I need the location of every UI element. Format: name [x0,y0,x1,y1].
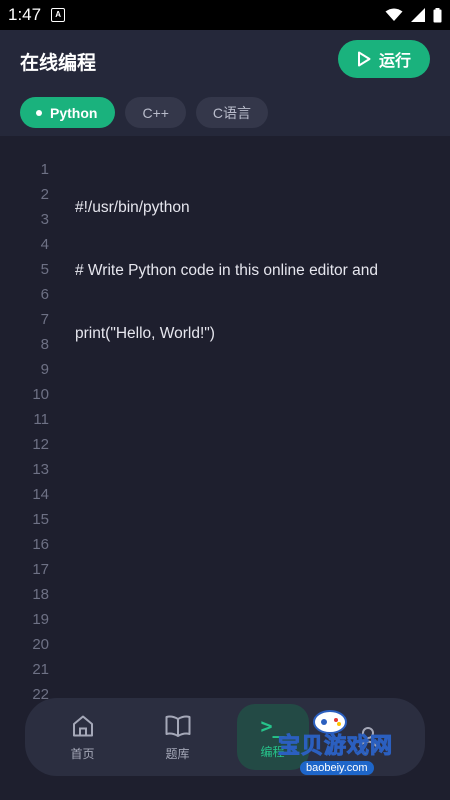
line-number: 12 [32,436,49,453]
tab-cpp[interactable]: C++ [125,97,186,128]
line-number: 5 [40,261,49,278]
notification-a-icon: A [51,8,66,22]
line-number: 8 [40,336,49,353]
line-number: 14 [32,486,49,503]
status-bar: 1:47 A [0,0,450,30]
line-number: 1 [40,161,49,178]
code-line[interactable]: #!/usr/bin/python [75,195,378,220]
tab-label: Python [50,104,98,121]
nav-item-label: 首页 [70,746,95,761]
battery-icon [433,7,442,22]
run-button[interactable]: 运行 [338,40,430,78]
play-icon [357,51,371,67]
line-number: 15 [32,511,49,528]
language-tabs: Python C++ C语言 [20,97,269,128]
code-editor[interactable]: 1 2 3 4 5 6 7 8 9 10 11 12 13 14 15 16 1… [0,136,450,736]
line-number: 16 [32,536,49,553]
code-content[interactable]: #!/usr/bin/python # Write Python code in… [75,157,378,384]
line-number-gutter: 1 2 3 4 5 6 7 8 9 10 11 12 13 14 15 16 1… [0,157,50,707]
watermark-logo: 宝贝游戏网 baobeiy.com [268,708,433,782]
line-number: 11 [33,411,49,428]
tab-python[interactable]: Python [20,97,116,128]
line-number: 9 [40,361,49,378]
line-number: 17 [32,561,49,578]
home-icon [72,715,93,736]
line-number: 13 [32,461,49,478]
tab-label: C语言 [212,104,252,121]
watermark-url: baobeiy.com [300,761,374,775]
watermark-text: 宝贝游戏网 [277,734,394,760]
wifi-icon [385,8,403,21]
tab-label: C++ [142,104,169,121]
header: 在线编程 运行 Python C++ C语言 [0,30,450,136]
book-icon [165,715,190,737]
code-line[interactable]: # Write Python code in this online edito… [75,258,378,283]
status-icons [385,7,442,23]
line-number: 2 [40,186,49,203]
run-button-label: 运行 [378,51,411,70]
page-title: 在线编程 [20,52,97,74]
line-number: 3 [40,211,49,228]
line-number: 18 [32,586,49,603]
line-number: 20 [32,636,49,653]
nav-item-home[interactable]: 首页 [47,704,119,770]
status-time: 1:47 [8,5,42,24]
nav-item-label: 题库 [165,746,190,761]
line-number: 19 [32,611,49,628]
nav-item-question-bank[interactable]: 题库 [142,704,214,770]
line-number: 21 [32,661,49,678]
status-left: 1:47 A [8,5,66,25]
active-dot-icon [36,109,42,116]
line-number: 7 [40,311,49,328]
tab-c[interactable]: C语言 [195,97,269,128]
line-number: 4 [40,236,49,253]
signal-icon [411,8,425,22]
code-line[interactable]: print("Hello, World!") [75,321,378,346]
line-number: 6 [40,286,49,303]
line-number: 10 [32,386,49,403]
